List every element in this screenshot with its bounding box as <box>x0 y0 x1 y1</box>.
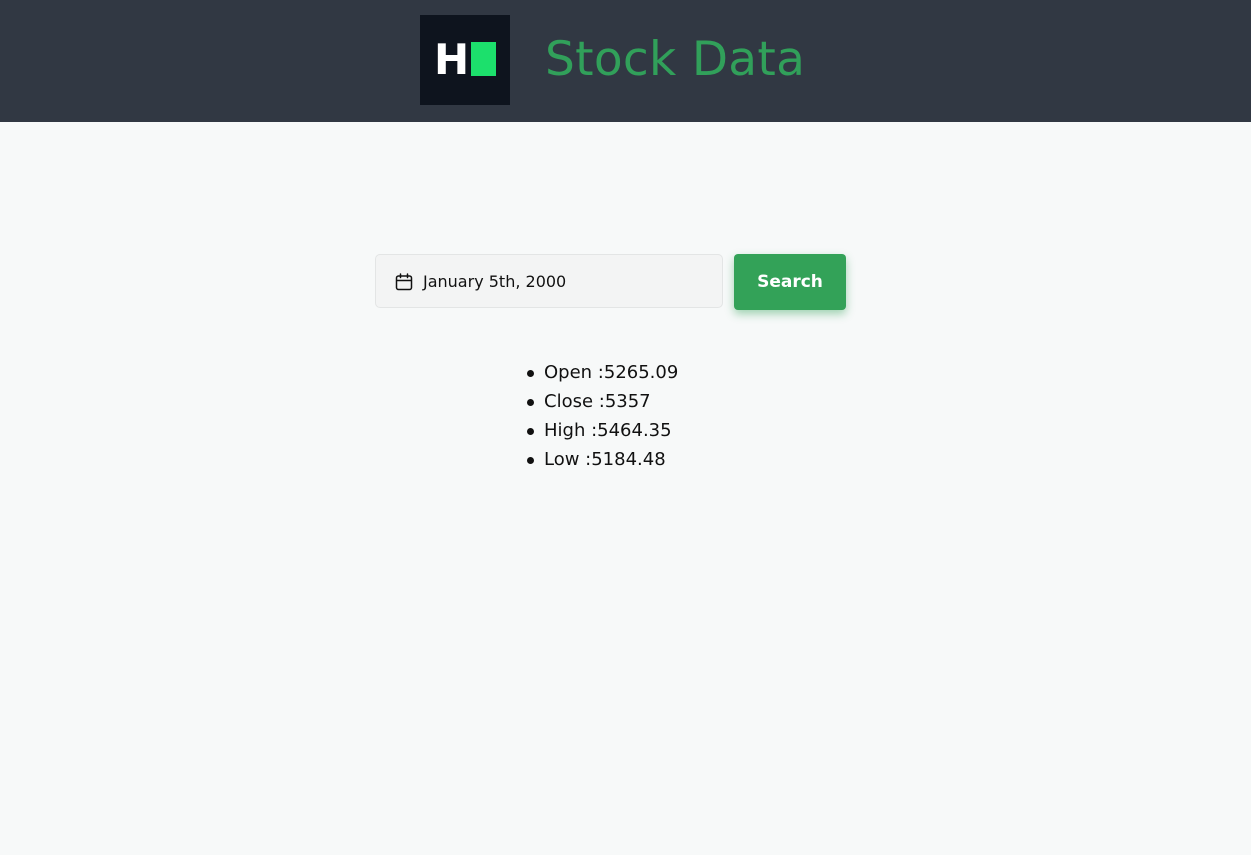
date-picker-field[interactable]: January 5th, 2000 <box>375 254 723 308</box>
result-label: Close : <box>544 391 605 412</box>
logo-letter: H <box>434 35 470 84</box>
result-label: High : <box>544 420 598 441</box>
bullet <box>527 457 534 464</box>
result-value: 5265.09 <box>603 362 679 383</box>
bullet <box>527 370 534 377</box>
calendar-icon <box>395 273 413 291</box>
result-open: Open :5265.09 <box>525 358 678 387</box>
stock-results-list: Open :5265.09 Close :5357 High :5464.35 … <box>525 358 678 474</box>
result-close: Close :5357 <box>525 387 678 416</box>
app-header: H Stock Data <box>0 0 1251 122</box>
result-value: 5357 <box>604 391 651 412</box>
logo-block <box>471 42 496 76</box>
bullet <box>527 399 534 406</box>
logo: H <box>420 15 510 105</box>
result-label: Open : <box>544 362 604 383</box>
result-value: 5464.35 <box>597 420 672 441</box>
bullet <box>527 428 534 435</box>
date-value: January 5th, 2000 <box>423 272 567 291</box>
result-value: 5184.48 <box>591 449 666 470</box>
search-button[interactable]: Search <box>734 254 846 310</box>
result-low: Low :5184.48 <box>525 445 678 474</box>
result-label: Low : <box>544 449 592 470</box>
page-title: Stock Data <box>545 32 806 87</box>
result-high: High :5464.35 <box>525 416 678 445</box>
